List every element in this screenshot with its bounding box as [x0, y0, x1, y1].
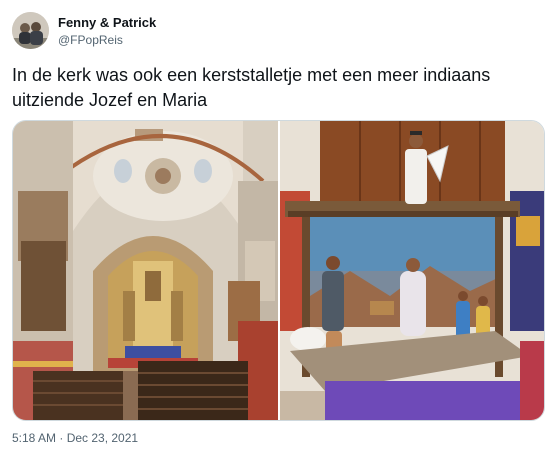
avatar[interactable]: [12, 12, 49, 49]
media-grid: [12, 120, 545, 421]
tweet: Fenny & Patrick @FPopReis In de kerk was…: [0, 0, 555, 459]
author-name[interactable]: Fenny & Patrick: [58, 15, 156, 30]
tweet-text: In de kerk was ook een kerststalletje me…: [12, 65, 491, 110]
author-handle[interactable]: @FPopReis: [58, 33, 123, 47]
nativity-scene-photo[interactable]: [280, 121, 544, 420]
tweet-timestamp[interactable]: 5:18 AM · Dec 23, 2021: [12, 431, 138, 445]
church-interior-photo[interactable]: [13, 121, 278, 420]
